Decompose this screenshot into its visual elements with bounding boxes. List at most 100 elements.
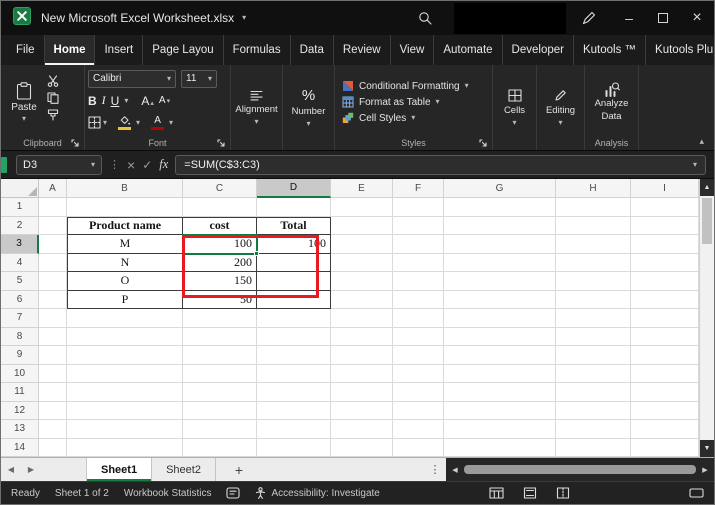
underline-chevron-icon[interactable]: ▾	[124, 97, 128, 105]
ribbon-tab-automate[interactable]: Automate	[434, 35, 502, 65]
ribbon-tab-review[interactable]: Review	[334, 35, 391, 65]
cell-g2[interactable]	[444, 217, 556, 236]
cell-c14[interactable]	[183, 439, 257, 458]
cell-i7[interactable]	[631, 309, 699, 328]
cell-c13[interactable]	[183, 420, 257, 439]
cell-i3[interactable]	[631, 235, 699, 254]
normal-view-button[interactable]	[489, 487, 504, 499]
cell-e4[interactable]	[331, 254, 393, 273]
cell-g5[interactable]	[444, 272, 556, 291]
ribbon-tab-data[interactable]: Data	[291, 35, 334, 65]
cell-b2[interactable]: Product name	[67, 217, 183, 236]
cell-e6[interactable]	[331, 291, 393, 310]
cell-d13[interactable]	[257, 420, 331, 439]
expand-formula-bar-icon[interactable]: ▾	[693, 161, 697, 169]
row-header-5[interactable]: 5	[1, 272, 39, 291]
cell-d2[interactable]: Total	[257, 217, 331, 236]
ribbon-tab-developer[interactable]: Developer	[503, 35, 574, 65]
font-color-button[interactable]: A	[151, 116, 164, 130]
column-header-f[interactable]: F	[393, 179, 444, 198]
cell-i1[interactable]	[631, 198, 699, 217]
cell-c2[interactable]: cost	[183, 217, 257, 236]
cell-a3[interactable]	[39, 235, 67, 254]
workbook-statistics-button[interactable]: Workbook Statistics	[124, 488, 212, 499]
cell-h1[interactable]	[556, 198, 631, 217]
cell-h8[interactable]	[556, 328, 631, 347]
analyze-data-button[interactable]: Analyze Data	[588, 69, 635, 135]
cell-a14[interactable]	[39, 439, 67, 458]
cell-e5[interactable]	[331, 272, 393, 291]
cell-g3[interactable]	[444, 235, 556, 254]
chevron-down-icon[interactable]: ▾	[136, 119, 140, 127]
cell-f14[interactable]	[393, 439, 444, 458]
format-painter-button[interactable]	[47, 109, 59, 121]
row-header-4[interactable]: 4	[1, 254, 39, 273]
cell-b14[interactable]	[67, 439, 183, 458]
cell-d11[interactable]	[257, 383, 331, 402]
cell-d7[interactable]	[257, 309, 331, 328]
cell-e1[interactable]	[331, 198, 393, 217]
cell-i9[interactable]	[631, 346, 699, 365]
styles-dialog-launcher-icon[interactable]	[479, 139, 487, 147]
cancel-icon[interactable]: ×	[127, 157, 135, 173]
cell-f2[interactable]	[393, 217, 444, 236]
cell-f11[interactable]	[393, 383, 444, 402]
cells-button[interactable]: Cells ▾	[504, 69, 525, 150]
cell-f8[interactable]	[393, 328, 444, 347]
formula-input[interactable]: =SUM(C$3:C3) ▾	[175, 155, 706, 175]
cell-c5[interactable]: 150	[183, 272, 257, 291]
enter-check-icon[interactable]: ✓	[142, 158, 152, 172]
increase-font-button[interactable]: A▴	[141, 94, 154, 108]
scroll-down-icon[interactable]: ▼	[700, 440, 714, 457]
page-break-view-button[interactable]	[556, 487, 570, 499]
cell-f7[interactable]	[393, 309, 444, 328]
insert-function-icon[interactable]: fx	[159, 157, 168, 172]
cell-h14[interactable]	[556, 439, 631, 458]
decrease-font-button[interactable]: A▾	[159, 95, 170, 106]
cell-b7[interactable]	[67, 309, 183, 328]
ribbon-tab-formulas[interactable]: Formulas	[224, 35, 291, 65]
cell-f4[interactable]	[393, 254, 444, 273]
copy-button[interactable]	[47, 92, 59, 104]
number-button[interactable]: % Number ▾	[292, 69, 326, 150]
cell-f5[interactable]	[393, 272, 444, 291]
cell-c12[interactable]	[183, 402, 257, 421]
cell-c11[interactable]	[183, 383, 257, 402]
cell-h4[interactable]	[556, 254, 631, 273]
cell-a9[interactable]	[39, 346, 67, 365]
sheet-menu-icon[interactable]: ⋮	[424, 458, 446, 481]
cell-h13[interactable]	[556, 420, 631, 439]
cell-i11[interactable]	[631, 383, 699, 402]
row-header-13[interactable]: 13	[1, 420, 39, 439]
cell-i12[interactable]	[631, 402, 699, 421]
cell-a13[interactable]	[39, 420, 67, 439]
cell-c4[interactable]: 200	[183, 254, 257, 273]
cell-e9[interactable]	[331, 346, 393, 365]
scroll-left-icon[interactable]: ◀	[450, 466, 460, 474]
font-dialog-launcher-icon[interactable]	[217, 139, 225, 147]
alignment-button[interactable]: Alignment ▾	[235, 69, 277, 150]
cell-f10[interactable]	[393, 365, 444, 384]
cell-g8[interactable]	[444, 328, 556, 347]
chevron-down-icon[interactable]: ▾	[169, 119, 173, 127]
column-header-c[interactable]: C	[183, 179, 257, 198]
cell-c9[interactable]	[183, 346, 257, 365]
workbook-statistics-icon[interactable]	[226, 487, 240, 499]
add-sheet-button[interactable]: +	[224, 458, 254, 481]
cell-i10[interactable]	[631, 365, 699, 384]
vertical-scroll-thumb[interactable]	[702, 198, 712, 244]
format-as-table-button[interactable]: Format as Table ▾	[342, 96, 489, 108]
cell-c7[interactable]	[183, 309, 257, 328]
scroll-right-icon[interactable]: ▶	[700, 466, 710, 474]
ribbon-tab-view[interactable]: View	[391, 35, 435, 65]
cell-d6[interactable]	[257, 291, 331, 310]
sheet-tab-sheet2[interactable]: Sheet2	[152, 458, 216, 481]
cell-c8[interactable]	[183, 328, 257, 347]
cell-h6[interactable]	[556, 291, 631, 310]
conditional-formatting-button[interactable]: Conditional Formatting ▾	[342, 80, 489, 92]
status-sheet-info[interactable]: Sheet 1 of 2	[55, 488, 109, 499]
cell-a11[interactable]	[39, 383, 67, 402]
ribbon-tab-home[interactable]: Home	[45, 35, 96, 65]
column-header-d[interactable]: D	[257, 179, 331, 198]
row-header-9[interactable]: 9	[1, 346, 39, 365]
